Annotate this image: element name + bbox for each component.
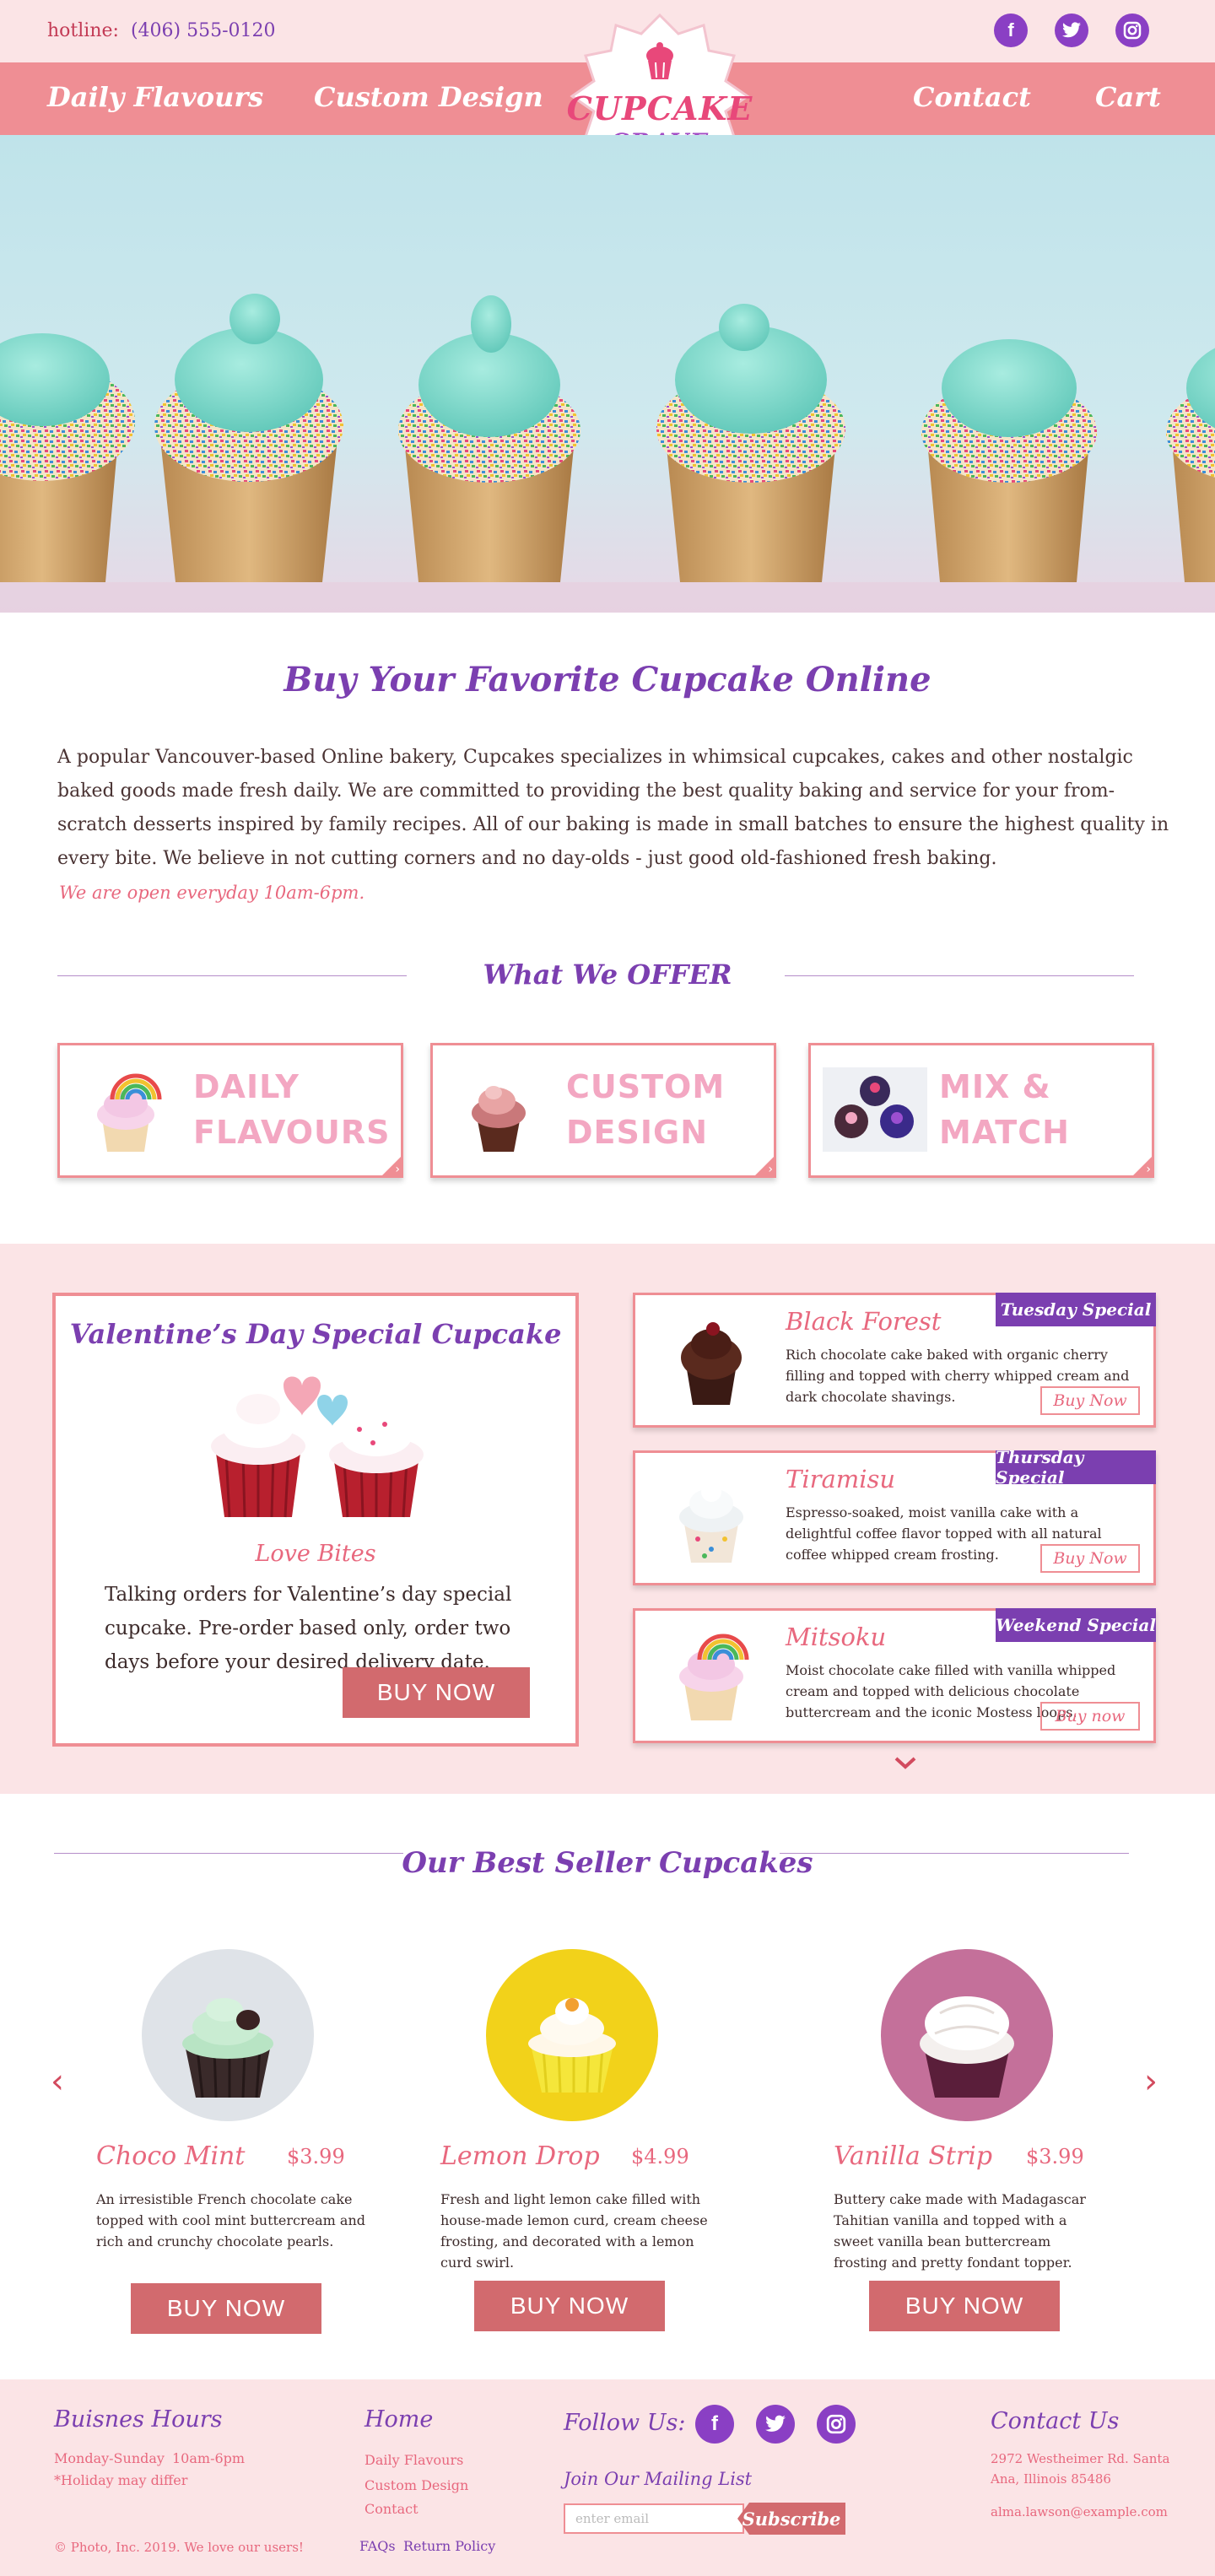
valentine-buy-button[interactable]: BUY NOW xyxy=(343,1667,530,1718)
instagram-icon[interactable] xyxy=(817,2405,856,2444)
special-tag: Thursday Special xyxy=(996,1447,1156,1488)
tiramisu-cupcake-image xyxy=(679,1482,743,1563)
footer-copyright: © Photo, Inc. 2019. We love our users! xyxy=(54,2540,304,2555)
special-tag: Weekend Special xyxy=(996,1608,1156,1642)
offer-card-mix-match[interactable]: MIX & MATCH › xyxy=(808,1043,1154,1178)
footer-address: 2972 Westheimer Rd. Santa Ana, Illinois … xyxy=(991,2451,1170,2487)
chevron-right-icon: › xyxy=(1131,1154,1154,1178)
product-name: Lemon Drop xyxy=(440,2141,600,2171)
footer-hours-days: Monday-Sunday xyxy=(54,2450,165,2466)
product-price: $4.99 xyxy=(631,2145,689,2168)
nav-cart[interactable]: Cart xyxy=(1095,81,1161,113)
intro-title: Buy Your Favorite Cupcake Online xyxy=(284,660,932,699)
nav-custom-design[interactable]: Custom Design xyxy=(314,81,543,113)
offer-label: DAILY FLAVOURS xyxy=(193,1068,391,1151)
valentine-card: Valentine’s Day Special Cupcake Love Bit… xyxy=(52,1293,579,1747)
special-buy-button[interactable]: Buy now xyxy=(1040,1702,1140,1731)
chocolate-cupcake-icon xyxy=(472,1086,526,1152)
instagram-icon[interactable] xyxy=(1115,14,1149,47)
bestseller-title: Our Best Seller Cupcakes xyxy=(402,1846,813,1880)
offer-label: MIX & MATCH xyxy=(939,1068,1070,1151)
lemon-drop-buy-button[interactable]: BUY NOW xyxy=(474,2281,665,2331)
footer-link-daily-flavours[interactable]: Daily Flavours xyxy=(364,2452,463,2468)
twitter-icon[interactable] xyxy=(756,2405,795,2444)
product-name: Choco Mint xyxy=(96,2141,246,2171)
hero-cupcakes xyxy=(0,294,1215,613)
hotline: hotline: (406) 555-0120 xyxy=(47,20,276,41)
twitter-icon[interactable] xyxy=(1055,14,1088,47)
footer-home-title[interactable]: Home xyxy=(364,2406,433,2433)
special-buy-button[interactable]: Buy Now xyxy=(1040,1544,1140,1573)
vanilla-strip-image xyxy=(881,1949,1053,2121)
vanilla-strip-buy-button[interactable]: BUY NOW xyxy=(869,2281,1060,2331)
valentine-title: Valentine’s Day Special Cupcake xyxy=(69,1318,562,1350)
valentine-text: Talking orders for Valentine’s day speci… xyxy=(105,1584,512,1673)
chevron-right-icon: › xyxy=(380,1154,403,1178)
special-buy-button[interactable]: Buy Now xyxy=(1040,1386,1140,1415)
offer-card-daily-flavours[interactable]: DAILY FLAVOURS › xyxy=(57,1043,403,1178)
nav-contact[interactable]: Contact xyxy=(913,81,1031,113)
logo-title: CUPCAKE xyxy=(566,89,753,127)
special-tag: Tuesday Special xyxy=(996,1293,1156,1326)
footer-contact-title: Contact Us xyxy=(991,2408,1120,2434)
chevron-down-icon[interactable] xyxy=(893,1753,918,1772)
valentine-subtitle: Love Bites xyxy=(255,1541,376,1567)
carousel-prev-icon[interactable]: ‹ xyxy=(51,2062,64,2101)
choco-mint-image xyxy=(142,1949,314,2121)
product-name: Vanilla Strip xyxy=(834,2141,993,2171)
special-card-tiramisu: Thursday Special Tiramisu Espresso-soake… xyxy=(633,1447,1156,1585)
footer-link-contact[interactable]: Contact xyxy=(364,2501,418,2517)
mixed-cupcakes-icon xyxy=(823,1067,927,1152)
hotline-label: hotline: xyxy=(47,20,119,41)
chevron-right-icon: › xyxy=(753,1154,776,1178)
carousel-next-icon[interactable]: › xyxy=(1144,2062,1158,2101)
lemon-drop-image xyxy=(486,1949,658,2121)
special-card-black-forest: Tuesday Special Black Forest Rich chocol… xyxy=(633,1293,1156,1428)
product-desc: An irresistible French chocolate cake to… xyxy=(96,2191,365,2249)
product-price: $3.99 xyxy=(1026,2145,1084,2168)
footer-hours-title: Buisnes Hours xyxy=(54,2406,223,2433)
choco-mint-buy-button[interactable]: BUY NOW xyxy=(131,2283,321,2334)
footer-link-return-policy[interactable]: Return Policy xyxy=(403,2538,495,2554)
rainbow-cupcake-image xyxy=(679,1634,749,1720)
footer-link-custom-design[interactable]: Custom Design xyxy=(364,2477,468,2493)
facebook-icon[interactable]: f xyxy=(695,2405,734,2444)
black-forest-cupcake-image xyxy=(681,1322,742,1405)
footer-email[interactable]: alma.lawson@example.com xyxy=(991,2504,1168,2519)
offer-label: CUSTOM DESIGN xyxy=(566,1068,726,1151)
nav-daily-flavours[interactable]: Daily Flavours xyxy=(47,81,263,113)
hotline-number[interactable]: (406) 555-0120 xyxy=(131,20,276,41)
offer-title: What We OFFER xyxy=(483,959,732,991)
open-hours: We are open everyday 10am-6pm. xyxy=(59,883,365,903)
offer-card-custom-design[interactable]: CUSTOM DESIGN › xyxy=(430,1043,776,1178)
email-field[interactable]: enter email xyxy=(564,2503,744,2534)
subscribe-button[interactable]: Subscribe xyxy=(737,2503,845,2535)
special-card-mitsoku: Weekend Special Mitsoku Moist chocolate … xyxy=(633,1608,1156,1743)
product-desc: Fresh and light lemon cake filled with h… xyxy=(440,2191,708,2271)
footer-hours-note: *Holiday may differ xyxy=(54,2472,188,2488)
rainbow-cupcake-icon xyxy=(97,1073,162,1152)
special-name: Mitsoku xyxy=(786,1623,887,1651)
footer-hours-time: 10am-6pm xyxy=(172,2450,246,2466)
special-name: Black Forest xyxy=(786,1307,942,1336)
valentine-cupcakes-image xyxy=(211,1376,424,1518)
footer-mail-title: Join Our Mailing List xyxy=(564,2469,753,2489)
footer-follow-title: Follow Us: xyxy=(564,2410,686,2436)
hero-image xyxy=(0,135,1215,613)
footer-link-faqs[interactable]: FAQs xyxy=(359,2538,396,2554)
intro-text: A popular Vancouver-based Online bakery,… xyxy=(57,747,1169,869)
product-price: $3.99 xyxy=(287,2145,345,2168)
special-name: Tiramisu xyxy=(786,1465,896,1493)
product-desc: Buttery cake made with Madagascar Tahiti… xyxy=(834,2191,1086,2271)
facebook-icon[interactable]: f xyxy=(994,14,1028,47)
